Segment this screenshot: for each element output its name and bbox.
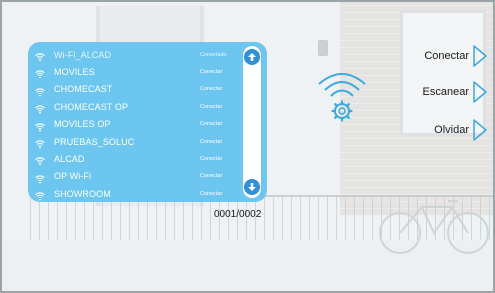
arrow-up-icon (248, 53, 256, 61)
network-row[interactable]: PRUEBAS_SOLUC Conectar (28, 133, 238, 150)
network-name: SHOWROOM (54, 188, 111, 199)
arrow-down-icon (248, 183, 256, 191)
network-name: Wi-Fi_ALCAD (54, 49, 112, 60)
network-connect-button[interactable]: Conectar (200, 104, 222, 110)
network-connect-button[interactable]: Conectar (200, 86, 222, 92)
wifi-icon (35, 136, 45, 149)
scan-label: Escanear (422, 86, 469, 98)
network-connect-button[interactable]: Conectar (200, 121, 222, 127)
network-row[interactable]: MOVILES OP Conectar (28, 116, 238, 133)
network-list: Wi-Fi_ALCAD Conectado MOVILES Conectar CHOME… (28, 42, 267, 202)
network-name: ALCAD (54, 153, 85, 164)
network-row[interactable]: ALCAD Conectar (28, 150, 238, 167)
wifi-icon (35, 188, 45, 201)
wifi-icon (35, 84, 45, 97)
connect-button[interactable]: Conectar (424, 45, 487, 67)
wifi-icon (35, 49, 45, 62)
network-name: CHOMECAST (54, 84, 113, 95)
network-connect-button[interactable]: Conectar (200, 173, 222, 179)
triangle-right-icon (473, 45, 487, 67)
scroll-up-button[interactable] (244, 49, 260, 65)
network-name: CHOMECAST OP (54, 101, 129, 112)
pagination: 0001/0002 (214, 209, 262, 220)
network-row[interactable]: Wi-Fi_ALCAD Conectado (28, 46, 238, 63)
forget-label: Olvidar (434, 124, 469, 136)
connected-status: Conectado (200, 51, 227, 58)
wifi-icon (35, 119, 45, 132)
background-bicycle (379, 200, 489, 254)
screen: Wi-Fi_ALCAD Conectado MOVILES Conectar CHOME… (0, 0, 495, 293)
network-name: MOVILES OP (54, 119, 111, 130)
network-connect-button[interactable]: Conectar (200, 191, 222, 197)
network-name: OP Wi-Fi (54, 171, 92, 182)
network-row[interactable]: CHOMECAST Conectar (28, 81, 238, 98)
connect-label: Conectar (424, 50, 469, 62)
background-window (400, 10, 486, 136)
network-row[interactable]: SHOWROOM Conectar (28, 185, 238, 202)
wifi-icon (35, 101, 45, 114)
network-connect-button[interactable]: Conectar (200, 69, 222, 75)
forget-button[interactable]: Olvidar (434, 119, 487, 141)
triangle-right-icon (473, 81, 487, 103)
background-lamp (318, 40, 328, 56)
wifi-icon (35, 153, 45, 166)
network-connect-button[interactable]: Conectar (200, 156, 222, 162)
wifi-icon (35, 171, 45, 184)
network-row[interactable]: OP Wi-Fi Conectar (28, 168, 238, 185)
scroll-down-button[interactable] (244, 179, 260, 195)
scan-button[interactable]: Escanear (423, 81, 487, 103)
scrollbar[interactable] (243, 46, 261, 198)
network-name: MOVILES (54, 66, 95, 77)
network-connect-button[interactable]: Conectar (200, 139, 222, 145)
wifi-settings-icon (318, 73, 366, 122)
network-name: PRUEBAS_SOLUC (54, 136, 135, 147)
wifi-icon (35, 66, 45, 79)
network-row[interactable]: CHOMECAST OP Conectar (28, 98, 238, 115)
network-row[interactable]: MOVILES Conectar (28, 63, 238, 80)
triangle-right-icon (473, 119, 487, 141)
